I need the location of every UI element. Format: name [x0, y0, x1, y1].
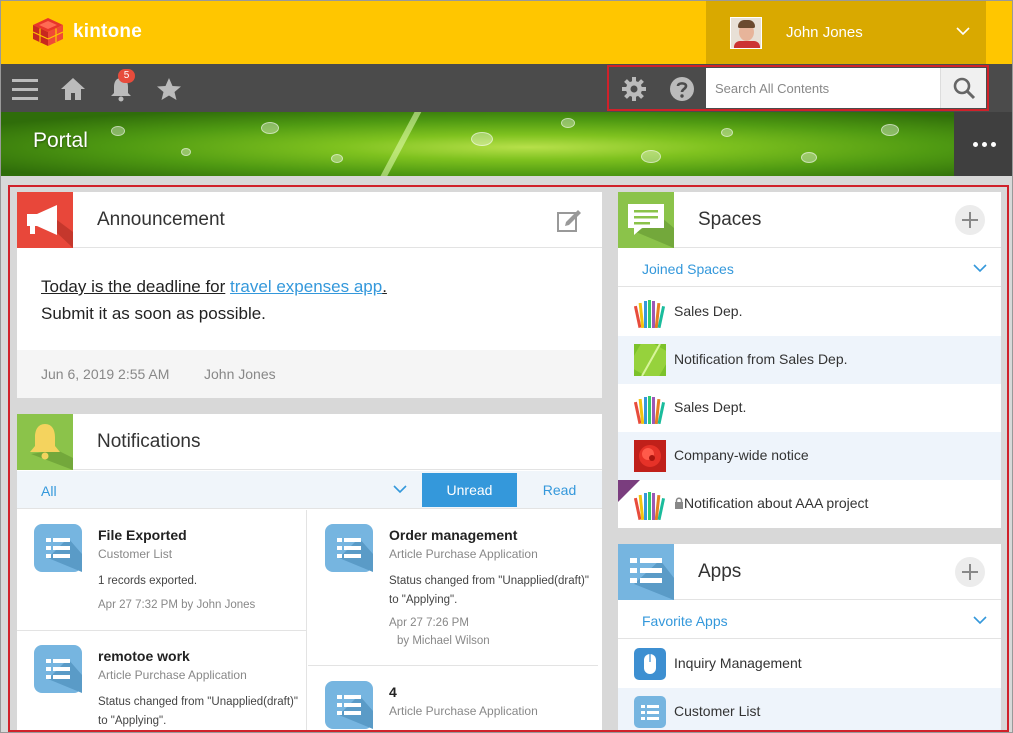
bell-icon — [17, 414, 73, 470]
notifications-header: Notifications — [17, 414, 602, 470]
app-item-inquiry-management[interactable]: Inquiry Management — [618, 640, 1001, 688]
joined-spaces-toggle[interactable]: Joined Spaces — [618, 249, 1001, 287]
chevron-down-icon — [973, 616, 987, 625]
space-item-company-notice[interactable]: Company-wide notice — [618, 432, 1001, 480]
space-item-aaa-project[interactable]: Notification about AAA project — [618, 480, 1001, 528]
add-space-button[interactable] — [955, 205, 985, 235]
star-favorites-icon[interactable] — [154, 74, 184, 104]
space-item-sales-dep[interactable]: Sales Dep. — [618, 288, 1001, 336]
tab-read[interactable]: Read — [522, 473, 597, 507]
mouse-icon — [634, 648, 666, 680]
logo-text: kintone — [73, 21, 142, 42]
more-options-button[interactable] — [954, 112, 1012, 176]
pencils-thumbnail — [634, 296, 666, 328]
announcement-author[interactable]: John Jones — [204, 366, 276, 382]
lock-icon — [675, 497, 683, 509]
edit-icon[interactable] — [556, 208, 582, 234]
pencils-thumbnail — [634, 392, 666, 424]
chevron-down-icon — [956, 27, 970, 36]
app-list-icon — [34, 645, 82, 693]
avatar — [730, 16, 762, 49]
add-app-button[interactable] — [955, 557, 985, 587]
green-leaf-thumbnail — [634, 344, 666, 376]
announcement-text: Today is the deadline for — [41, 277, 226, 296]
announcement-body: Today is the deadline for travel expense… — [41, 273, 387, 327]
notification-item[interactable]: Order management Article Purchase Applic… — [308, 510, 598, 666]
spaces-header: Spaces — [618, 192, 1001, 248]
notification-count-badge: 5 — [118, 69, 135, 83]
apps-title: Apps — [698, 561, 742, 582]
plus-icon — [962, 212, 978, 228]
app-item-customer-list[interactable]: Customer List — [618, 688, 1001, 732]
notification-item[interactable]: File Exported Customer List 1 records ex… — [17, 510, 307, 631]
spaces-panel: Spaces Joined Spaces Sales Dep. Notifica… — [618, 192, 1001, 528]
chevron-down-icon[interactable] — [393, 482, 407, 496]
megaphone-icon — [17, 192, 73, 248]
space-item-sales-dept[interactable]: Sales Dept. — [618, 384, 1001, 432]
portal-banner — [1, 112, 1012, 176]
announcement-footer: Jun 6, 2019 2:55 AM John Jones — [17, 350, 602, 398]
red-flower-thumbnail — [634, 440, 666, 472]
user-menu[interactable]: John Jones — [706, 1, 986, 64]
plus-icon — [962, 564, 978, 580]
app-list-icon — [325, 681, 373, 729]
top-header: kintone John Jones — [1, 1, 1012, 64]
user-name: John Jones — [786, 24, 863, 41]
notifications-panel: Notifications All Unread Read File Expor… — [17, 414, 602, 732]
announcement-title: Announcement — [97, 209, 225, 230]
space-item-notification-sales[interactable]: Notification from Sales Dep. — [618, 336, 1001, 384]
pencils-thumbnail — [634, 488, 666, 520]
chevron-down-icon — [973, 264, 987, 273]
notification-item[interactable]: 4 Article Purchase Application — [308, 667, 598, 732]
search-highlight-outline — [607, 65, 989, 111]
notification-filter-select[interactable]: All — [41, 483, 57, 499]
apps-header: Apps — [618, 544, 1001, 600]
hamburger-menu-icon[interactable] — [10, 74, 40, 104]
favorite-apps-toggle[interactable]: Favorite Apps — [618, 601, 1001, 639]
tab-unread[interactable]: Unread — [422, 473, 517, 507]
notification-filter-bar: All Unread Read — [17, 471, 602, 509]
page-title: Portal — [33, 129, 88, 152]
home-icon[interactable] — [58, 74, 88, 104]
cube-logo-icon — [32, 18, 64, 46]
app-list-icon — [325, 524, 373, 572]
notifications-title: Notifications — [97, 431, 201, 452]
apps-panel: Apps Favorite Apps Inquiry Management Cu… — [618, 544, 1001, 732]
speech-bubble-icon — [618, 192, 674, 248]
announcement-date: Jun 6, 2019 2:55 AM — [41, 366, 170, 382]
list-icon — [634, 696, 666, 728]
kintone-window: kintone John Jones 5 Search All Contents… — [0, 0, 1013, 733]
announcement-line2: Submit it as soon as possible. — [41, 304, 266, 323]
app-list-icon — [34, 524, 82, 572]
spaces-title: Spaces — [698, 209, 762, 230]
app-list-icon — [618, 544, 674, 600]
kintone-logo[interactable]: kintone — [31, 17, 142, 47]
announcement-panel: Announcement Today is the deadline for t… — [17, 192, 602, 398]
notification-item[interactable]: remotoe work Article Purchase Applicatio… — [17, 631, 307, 732]
announcement-header: Announcement — [17, 192, 602, 248]
travel-expenses-link[interactable]: travel expenses app — [230, 277, 382, 296]
